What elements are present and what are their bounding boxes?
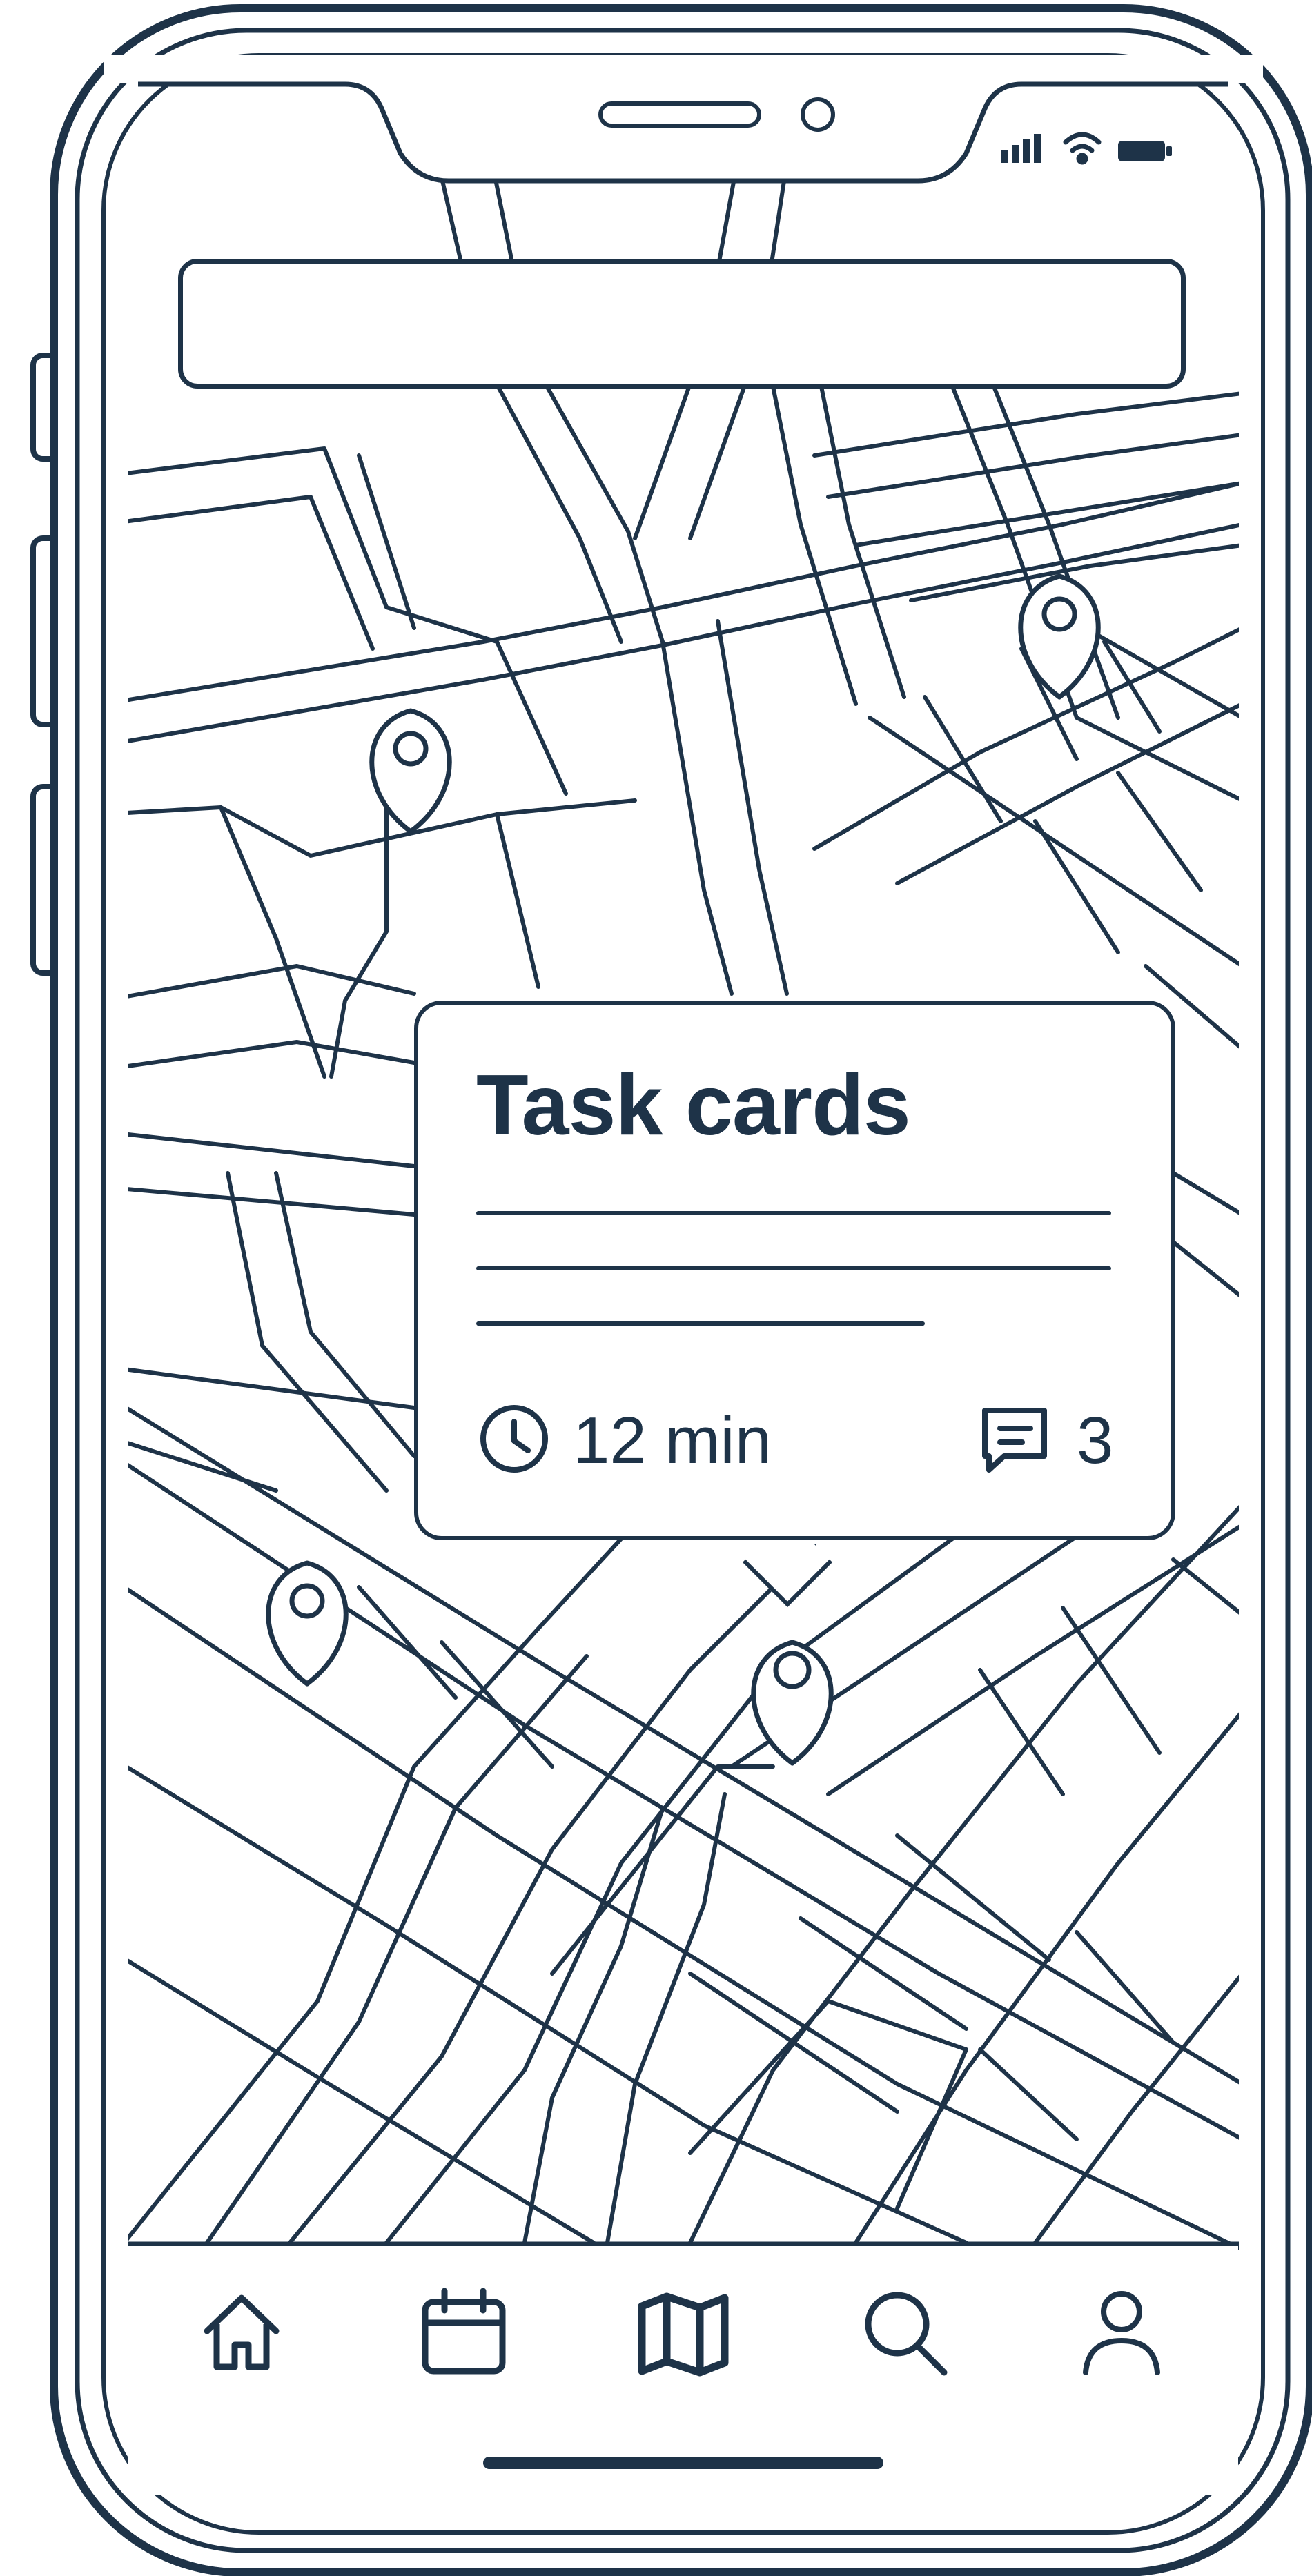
task-card-line [476, 1211, 1111, 1215]
home-icon [204, 2294, 280, 2370]
search-bar[interactable] [178, 259, 1186, 389]
search-input[interactable] [183, 264, 1181, 384]
phone-screen: Task cards 12 min 3 [0, 0, 1312, 2576]
task-card-line [476, 1321, 925, 1326]
tab-search[interactable] [849, 2277, 959, 2388]
task-card-duration: 12 min [573, 1404, 772, 1477]
task-card-title: Task cards [476, 1058, 911, 1153]
search-icon [865, 2292, 948, 2376]
map-icon [638, 2292, 729, 2377]
tab-home[interactable] [186, 2277, 297, 2388]
home-indicator[interactable] [483, 2457, 883, 2469]
tab-profile[interactable] [1066, 2277, 1177, 2388]
task-card-comment-count: 3 [1077, 1404, 1114, 1477]
tab-map[interactable] [628, 2277, 738, 2388]
battery-icon [1118, 141, 1172, 161]
tab-calendar[interactable] [409, 2277, 519, 2388]
task-card-line [476, 1266, 1111, 1270]
profile-icon [1083, 2291, 1160, 2375]
calendar-icon [422, 2288, 506, 2375]
